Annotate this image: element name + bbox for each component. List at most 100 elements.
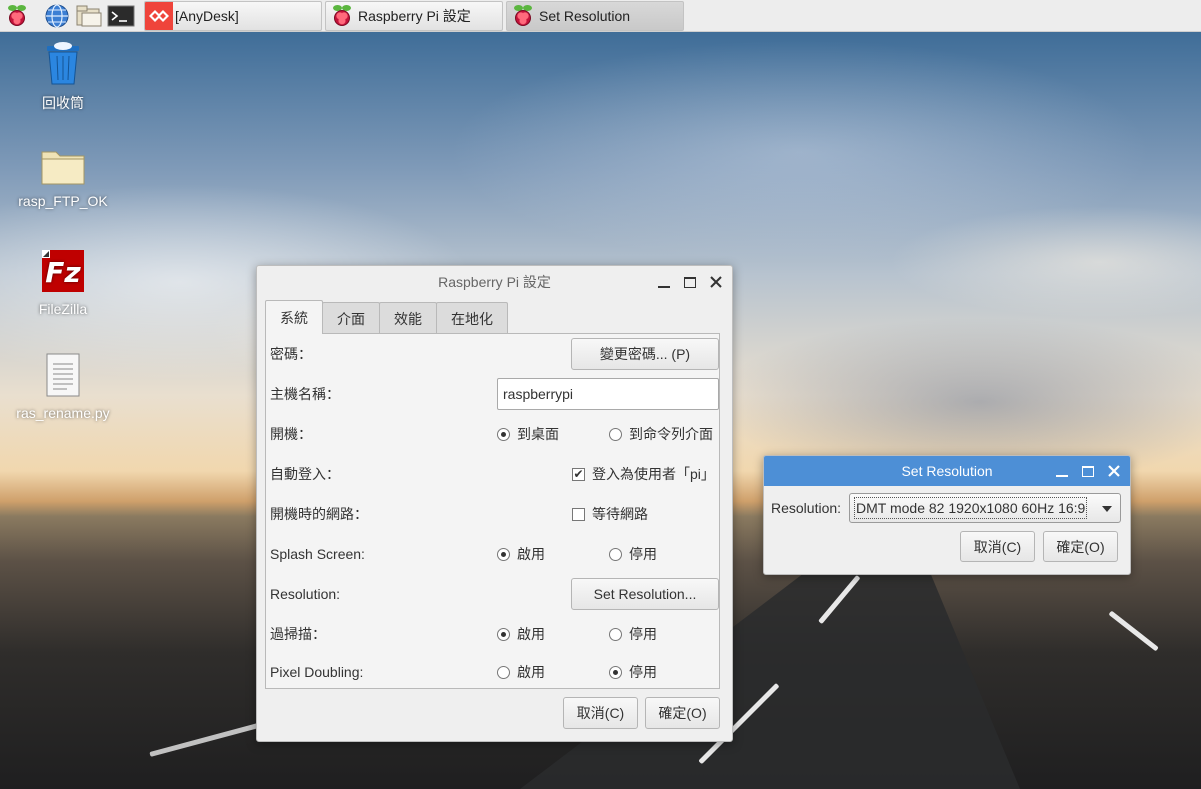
cancel-button[interactable]: 取消(C) [960, 531, 1035, 562]
set-resolution-window: Set Resolution Resolution: DMT mode 82 1… [763, 455, 1131, 575]
hostname-input[interactable] [497, 378, 719, 410]
boot-label: 開機： [270, 426, 312, 442]
radio-label: 停用 [629, 664, 657, 680]
splash-disable-radio[interactable]: 停用 [609, 544, 657, 564]
maximize-button[interactable] [682, 274, 698, 290]
cancel-button[interactable]: 取消(C) [563, 697, 638, 729]
splash-screen-label: Splash Screen: [270, 546, 365, 562]
chevron-down-icon [1102, 506, 1112, 512]
raspberry-icon [511, 4, 535, 28]
desktop-icon-trash[interactable]: 回收筒 [8, 40, 118, 113]
radio-selected-icon [497, 627, 510, 641]
settings-tabs: 系統 介面 效能 在地化 [257, 300, 732, 334]
boot-to-cli-radio[interactable]: 到命令列介面 [609, 424, 713, 444]
minimize-icon [1056, 474, 1068, 477]
radio-unselected-icon [609, 547, 622, 561]
wait-for-network-checkbox[interactable]: 等待網路 [572, 504, 648, 524]
radio-selected-icon [497, 547, 510, 561]
radio-label: 啟用 [517, 626, 545, 642]
tab-localisation[interactable]: 在地化 [436, 302, 508, 334]
radio-selected-icon [497, 427, 510, 441]
checkbox-unchecked-icon [572, 507, 585, 521]
desktop-icon-label: rasp_FTP_OK [18, 193, 108, 209]
terminal-icon [107, 5, 135, 26]
checkbox-checked-icon: ✔ [572, 466, 585, 481]
maximize-icon [1082, 465, 1094, 477]
window-titlebar[interactable]: Raspberry Pi 設定 [257, 266, 732, 298]
desktop-icon-label: FileZilla [38, 301, 88, 317]
desktop-icon-label: 回收筒 [42, 95, 84, 111]
close-button[interactable] [1106, 463, 1122, 479]
desktop-icon-python-file[interactable]: ras_rename.py [8, 352, 118, 421]
pixel-doubling-disable-radio[interactable]: 停用 [609, 662, 657, 682]
resolution-selected-value: DMT mode 82 1920x1080 60Hz 16:9 [854, 497, 1088, 519]
password-label: 密碼： [270, 346, 312, 362]
browser-launcher[interactable] [42, 1, 72, 31]
filezilla-icon: Fz [42, 250, 84, 292]
radio-label: 到命令列介面 [629, 426, 713, 442]
pixel-doubling-enable-radio[interactable]: 啟用 [497, 662, 545, 682]
hostname-label: 主機名稱： [270, 386, 340, 402]
file-manager-icon [76, 5, 102, 26]
task-label: Set Resolution [539, 7, 631, 24]
overscan-label: 過掃描： [270, 626, 326, 642]
radio-selected-icon [609, 665, 622, 679]
minimize-button[interactable] [1054, 463, 1070, 479]
minimize-button[interactable] [656, 274, 672, 290]
close-button[interactable] [708, 274, 724, 290]
maximize-icon [684, 276, 696, 288]
tab-interfaces[interactable]: 介面 [322, 302, 380, 334]
overscan-disable-radio[interactable]: 停用 [609, 624, 657, 644]
radio-unselected-icon [609, 627, 622, 641]
task-set-resolution[interactable]: Set Resolution [506, 0, 684, 31]
maximize-button[interactable] [1080, 463, 1096, 479]
minimize-icon [658, 285, 670, 288]
set-resolution-button[interactable]: Set Resolution... [571, 578, 719, 610]
radio-label: 到桌面 [517, 426, 559, 442]
window-title: Raspberry Pi 設定 [438, 274, 551, 290]
radio-label: 啟用 [517, 664, 545, 680]
checkbox-label: 登入為使用者「pi」 [592, 466, 715, 482]
task-label: Raspberry Pi 設定 [358, 7, 471, 24]
text-file-icon [46, 353, 80, 397]
radio-label: 停用 [629, 626, 657, 642]
svg-text:Fz: Fz [45, 256, 81, 289]
anydesk-icon [145, 1, 173, 30]
file-manager-launcher[interactable] [74, 1, 104, 31]
splash-enable-radio[interactable]: 啟用 [497, 544, 545, 564]
task-raspberry-settings[interactable]: Raspberry Pi 設定 [325, 0, 503, 31]
close-icon [710, 276, 722, 288]
globe-icon [45, 3, 69, 28]
ok-button[interactable]: 確定(O) [645, 697, 720, 729]
overscan-enable-radio[interactable]: 啟用 [497, 624, 545, 644]
system-tab-panel: 密碼： 變更密碼... (P) 主機名稱： 開機： 到桌面 到命令列介面 自動登… [265, 333, 720, 689]
task-anydesk[interactable]: [AnyDesk] [144, 0, 322, 31]
desktop-icon-label: ras_rename.py [16, 405, 110, 421]
desktop-icon-folder[interactable]: rasp_FTP_OK [8, 146, 118, 209]
tab-performance[interactable]: 效能 [379, 302, 437, 334]
radio-label: 啟用 [517, 546, 545, 562]
terminal-launcher[interactable] [106, 1, 136, 31]
ok-button[interactable]: 確定(O) [1043, 531, 1118, 562]
boot-to-desktop-radio[interactable]: 到桌面 [497, 424, 559, 444]
network-at-boot-label: 開機時的網路： [270, 506, 368, 522]
folder-icon [41, 151, 85, 185]
pixel-doubling-label: Pixel Doubling: [270, 664, 364, 680]
resolution-dropdown[interactable]: DMT mode 82 1920x1080 60Hz 16:9 [849, 493, 1121, 523]
tab-system[interactable]: 系統 [265, 300, 323, 334]
window-title: Set Resolution [901, 463, 993, 479]
change-password-button[interactable]: 變更密碼... (P) [571, 338, 719, 370]
menu-button[interactable] [2, 1, 32, 31]
task-label: [AnyDesk] [175, 7, 239, 24]
raspberry-settings-window: Raspberry Pi 設定 系統 介面 效能 在地化 密碼： 變更密碼...… [256, 265, 733, 742]
raspberry-icon [330, 4, 354, 28]
autologin-checkbox[interactable]: ✔ 登入為使用者「pi」 [572, 464, 715, 484]
taskbar: [AnyDesk] Raspberry Pi 設定 Set Resolution [0, 0, 1201, 32]
desktop-icon-filezilla[interactable]: Fz FileZilla [8, 248, 118, 317]
autologin-label: 自動登入： [270, 466, 340, 482]
trash-icon [47, 42, 79, 85]
window-titlebar[interactable]: Set Resolution [764, 456, 1130, 486]
radio-unselected-icon [497, 665, 510, 679]
raspberry-icon [7, 4, 27, 27]
radio-unselected-icon [609, 427, 622, 441]
